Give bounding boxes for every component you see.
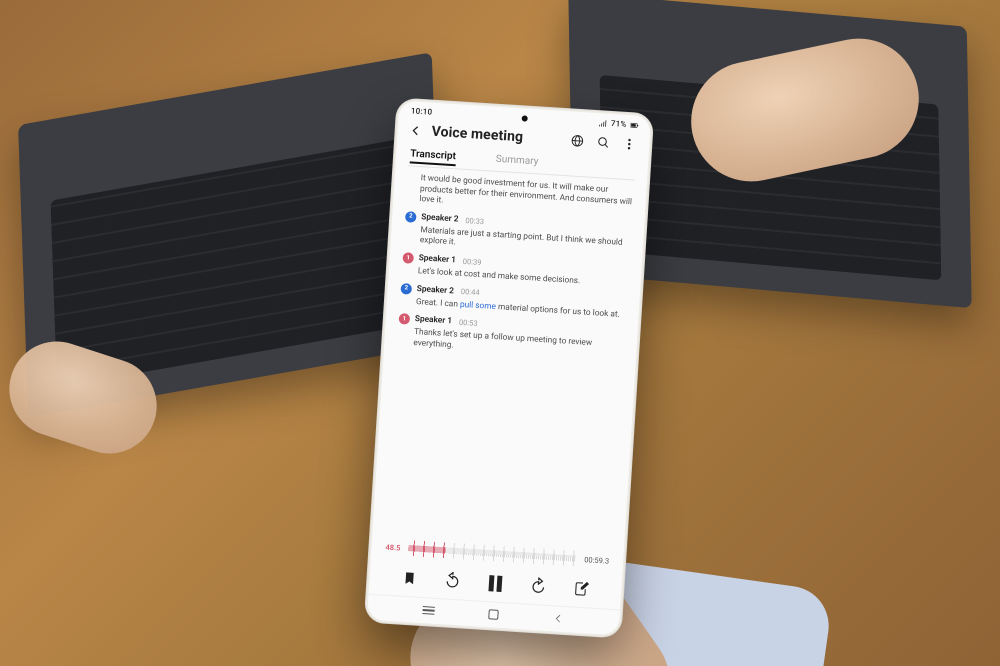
search-button[interactable] xyxy=(593,132,614,153)
speaker-name: Speaker 1 xyxy=(418,253,456,266)
tab-transcript[interactable]: Transcript xyxy=(410,144,457,168)
playback-current-time: 48.5 xyxy=(385,542,401,552)
speaker-avatar: 1 xyxy=(402,252,414,264)
photo-background: 10:10 71% Voice meeting xyxy=(0,0,1000,666)
transcript-text: It would be good investment for us. It w… xyxy=(419,173,634,218)
note-edit-icon xyxy=(573,581,590,598)
bookmark-button[interactable] xyxy=(396,565,421,590)
timestamp: 00:44 xyxy=(461,287,480,298)
chevron-left-icon xyxy=(408,123,423,138)
back-button[interactable] xyxy=(405,120,426,141)
signal-icon xyxy=(599,119,607,127)
search-icon xyxy=(596,135,611,150)
more-button[interactable] xyxy=(619,134,640,155)
bookmark-icon xyxy=(402,571,417,586)
status-time: 10:10 xyxy=(411,106,433,116)
timestamp: 00:39 xyxy=(463,257,482,268)
language-button[interactable] xyxy=(567,130,588,151)
transcript-entry: It would be good investment for us. It w… xyxy=(406,172,634,218)
phone-screen: 10:10 71% Voice meeting xyxy=(367,101,651,636)
rewind-button[interactable] xyxy=(440,568,465,593)
home-icon xyxy=(488,609,499,620)
speaker-name: Speaker 1 xyxy=(415,314,453,327)
speaker-avatar: 2 xyxy=(400,283,412,295)
phone-frame: 10:10 71% Voice meeting xyxy=(364,97,655,638)
transcript-entry: 1 Speaker 1 00:53 Thanks let's set up a … xyxy=(397,313,625,361)
transcript-list[interactable]: It would be good investment for us. It w… xyxy=(372,165,647,550)
battery-icon xyxy=(630,121,638,129)
status-battery: 71% xyxy=(611,119,627,129)
speaker-name: Speaker 2 xyxy=(421,212,459,225)
back-icon xyxy=(552,612,565,625)
rewind-icon xyxy=(443,571,462,590)
more-vertical-icon xyxy=(622,137,637,152)
recents-icon xyxy=(422,606,434,615)
pause-button[interactable] xyxy=(483,571,508,596)
pause-icon xyxy=(488,575,503,592)
timestamp: 00:33 xyxy=(465,216,484,227)
tab-summary[interactable]: Summary xyxy=(495,150,539,174)
playback-total-time: 00:59.3 xyxy=(584,555,609,566)
speaker-avatar: 2 xyxy=(405,211,417,223)
page-title: Voice meeting xyxy=(431,124,562,148)
nav-home[interactable] xyxy=(481,608,506,621)
nav-back[interactable] xyxy=(546,612,571,625)
speaker-avatar: 1 xyxy=(399,313,411,325)
edit-button[interactable] xyxy=(569,576,594,601)
forward-icon xyxy=(529,577,548,596)
highlighted-text: pull some xyxy=(460,299,497,311)
nav-recents[interactable] xyxy=(416,604,441,617)
forward-button[interactable] xyxy=(526,574,551,599)
globe-icon xyxy=(570,133,585,148)
transcript-entry: 2 Speaker 2 00:33 Materials are just a s… xyxy=(404,211,632,259)
speaker-name: Speaker 2 xyxy=(416,284,454,297)
timestamp: 00:53 xyxy=(459,318,478,329)
